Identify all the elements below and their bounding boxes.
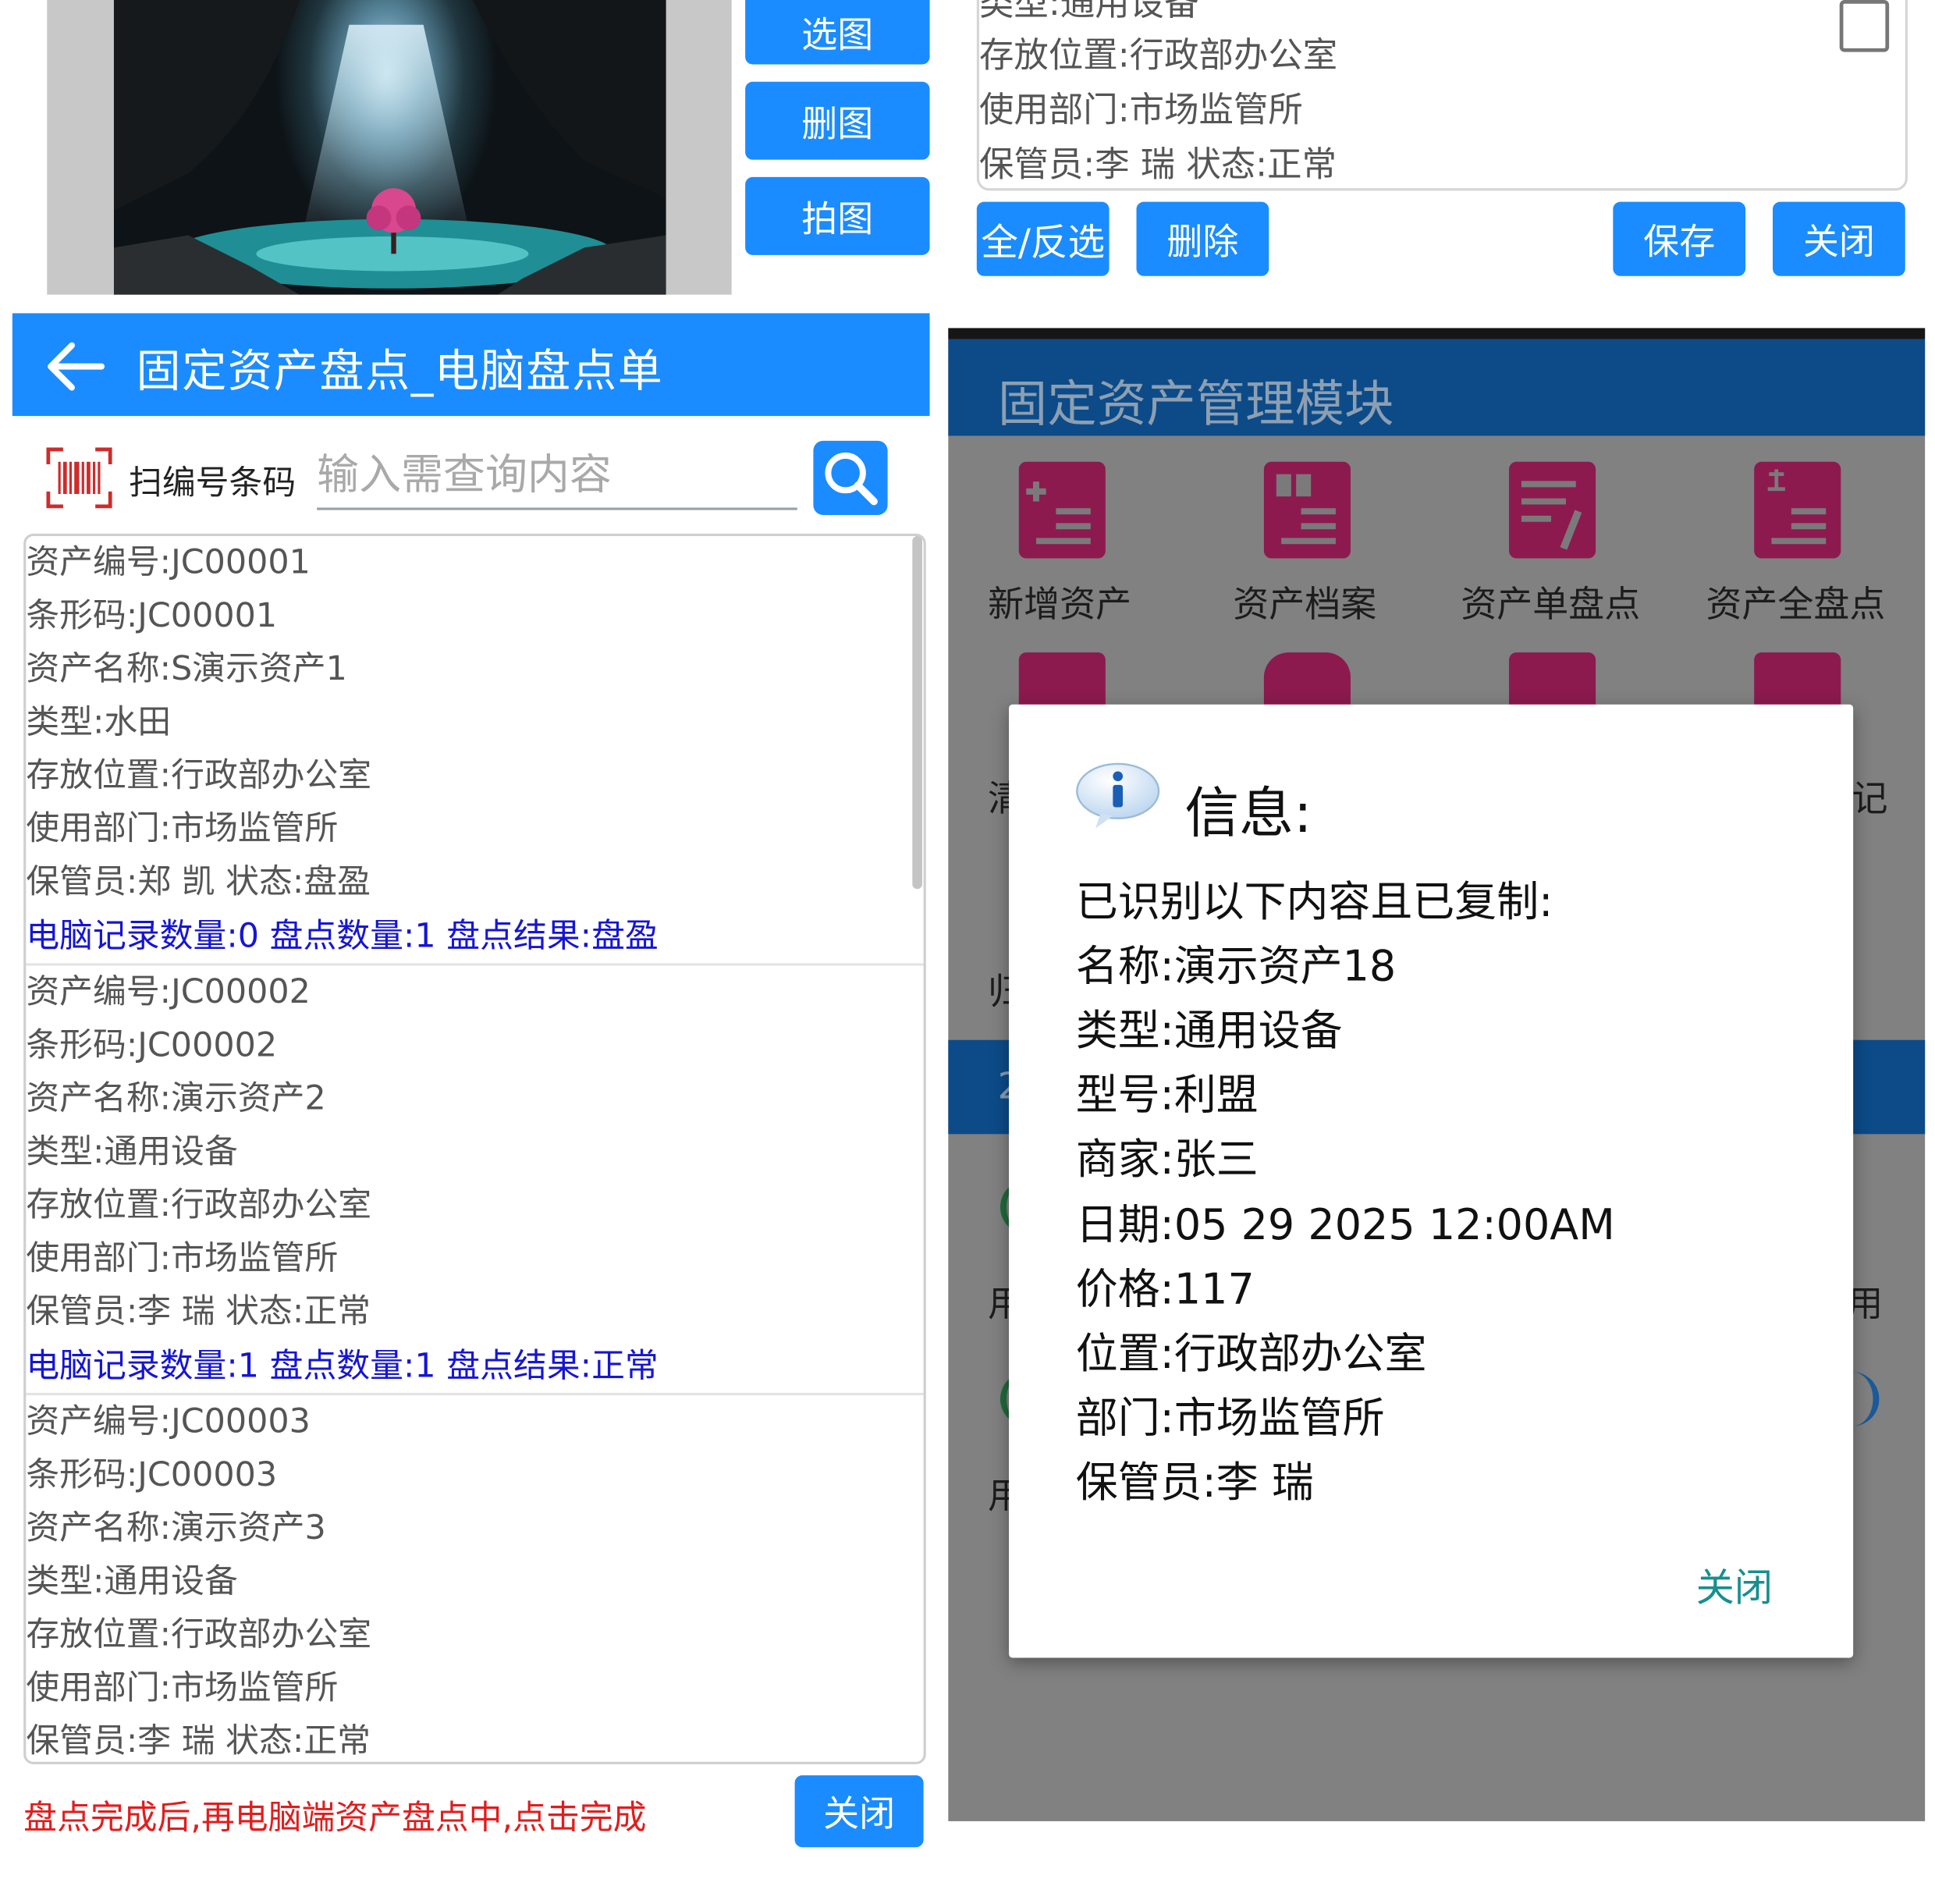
storage-location: 存放位置:行政部办公室: [979, 34, 1338, 76]
dialog-close-button[interactable]: 关闭: [1696, 1556, 1773, 1611]
search-input[interactable]: [317, 443, 797, 510]
inventory-header: 固定资产盘点_电脑盘点单: [12, 313, 930, 417]
barcode: 条形码:JC00001: [26, 596, 278, 635]
asset-number: 资产编号:JC00001: [26, 543, 311, 582]
full-check-icon[interactable]: [1754, 461, 1841, 559]
archive-icon[interactable]: [1263, 461, 1351, 559]
list-item[interactable]: 资产编号:JC00002 条形码:JC00002 资产名称:演示资产2 类型:通…: [26, 966, 924, 1396]
cave-photo-illustration: [113, 0, 666, 295]
scan-code-label[interactable]: 扫编号条码: [129, 456, 296, 504]
dialog-message: 商家:张三: [1075, 1135, 1259, 1185]
storage-location: 存放位置:行政部办公室: [26, 1185, 372, 1225]
asset-name: 资产名称:S演示资产1: [26, 649, 347, 689]
asset-type: 类型:通用设备: [26, 1562, 238, 1601]
asset-name: 资产名称:演示资产3: [26, 1509, 326, 1548]
back-arrow-icon[interactable]: [44, 340, 106, 393]
module-title: 固定资产管理模块: [997, 376, 1394, 434]
delete-image-button[interactable]: 删图: [745, 81, 930, 160]
page-title: 固定资产盘点_电脑盘点单: [136, 346, 664, 398]
save-button[interactable]: 保存: [1613, 201, 1746, 276]
select-checkbox[interactable]: [1839, 0, 1890, 52]
asset-number: 资产编号:JC00002: [26, 973, 311, 1012]
list-item[interactable]: 资产编号:JC00003 条形码:JC00003 资产名称:演示资产3 类型:通…: [26, 1395, 923, 1762]
dialog-message: 型号:利盟: [1075, 1071, 1259, 1121]
custodian-status: 保管员:李 瑞 状态:正常: [26, 1721, 371, 1761]
asset-type: 类型:通用设备: [979, 0, 1199, 24]
inventory-list[interactable]: 资产编号:JC00001 条形码:JC00001 资产名称:S演示资产1 类型:…: [23, 533, 926, 1764]
screenshot-collage: 选图 删图 拍图 固定资产盘点_电脑盘点单 扫编号条码 资产编号:JC00001…: [0, 0, 1935, 1904]
select-image-button[interactable]: 选图: [745, 0, 930, 65]
module-item-label[interactable]: 资产全盘点: [1706, 576, 1885, 628]
storage-location: 存放位置:行政部办公室: [26, 1615, 372, 1654]
asset-type: 类型:通用设备: [26, 1132, 238, 1171]
barcode: 条形码:JC00002: [26, 1026, 278, 1065]
info-icon: [1076, 762, 1160, 829]
module-item-label[interactable]: 资产单盘点: [1461, 576, 1640, 628]
dialog-message: 保管员:李 瑞: [1075, 1458, 1314, 1508]
asset-name: 资产名称:演示资产2: [26, 1079, 326, 1118]
barcode-scan-icon[interactable]: [46, 447, 113, 509]
close-button[interactable]: 关闭: [794, 1775, 924, 1848]
dialog-message: 名称:演示资产18: [1075, 942, 1397, 992]
department: 使用部门:市场监管所: [26, 1239, 339, 1278]
single-check-icon[interactable]: [1509, 461, 1596, 559]
delete-button[interactable]: 删除: [1136, 201, 1269, 276]
completion-hint: 盘点完成后,再电脑端资产盘点中,点击完成: [23, 1799, 647, 1838]
dialog-title: 信息:: [1184, 782, 1312, 846]
asset-detail-card[interactable]: 类型:通用设备 存放位置:行政部办公室 使用部门:市场监管所 保管员:李 瑞 状…: [976, 0, 1908, 191]
custodian-status: 保管员:李 瑞 状态:正常: [26, 1292, 371, 1331]
capture-image-button[interactable]: 拍图: [745, 176, 930, 255]
asset-type: 类型:水田: [26, 703, 172, 742]
custodian-status: 保管员:李 瑞 状态:正常: [979, 144, 1337, 185]
dialog-message: 日期:05 29 2025 12:00AM: [1075, 1201, 1615, 1251]
dialog-message: 位置:行政部办公室: [1075, 1330, 1427, 1380]
select-all-button[interactable]: 全/反选: [976, 201, 1110, 276]
department: 使用部门:市场监管所: [26, 1668, 339, 1707]
close-button[interactable]: 关闭: [1773, 201, 1905, 276]
inventory-summary: 电脑记录数量:0 盘点数量:1 盘点结果:盘盈: [26, 917, 659, 956]
dialog-message: 类型:通用设备: [1075, 1006, 1343, 1057]
asset-photo: [113, 0, 666, 295]
inventory-summary: 电脑记录数量:1 盘点数量:1 盘点结果:正常: [26, 1347, 659, 1386]
storage-location: 存放位置:行政部办公室: [26, 756, 372, 795]
module-header: 固定资产管理模块: [948, 339, 1926, 436]
status-bar: [948, 328, 1926, 339]
add-list-icon[interactable]: [1018, 461, 1106, 559]
info-dialog: 信息: 已识别以下内容且已复制: 名称:演示资产18 类型:通用设备 型号:利盟…: [1009, 704, 1854, 1658]
dialog-message: 价格:117: [1075, 1265, 1255, 1315]
dialog-message: 部门:市场监管所: [1075, 1394, 1385, 1444]
module-item-label[interactable]: 资产档案: [1233, 576, 1376, 628]
search-button[interactable]: [813, 440, 888, 516]
barcode: 条形码:JC00003: [26, 1455, 278, 1495]
asset-number: 资产编号:JC00003: [26, 1402, 311, 1441]
module-item-label[interactable]: 新增资产: [988, 576, 1131, 628]
dialog-message: 已识别以下内容且已复制:: [1075, 877, 1553, 928]
custodian-status: 保管员:郑 凯 状态:盘盈: [26, 862, 371, 902]
department: 使用部门:市场监管所: [979, 89, 1303, 130]
module-item-label[interactable]: 记: [1852, 770, 1888, 822]
search-icon: [825, 452, 878, 506]
list-item[interactable]: 资产编号:JC00001 条形码:JC00001 资产名称:S演示资产1 类型:…: [26, 536, 924, 966]
department: 使用部门:市场监管所: [26, 809, 339, 848]
